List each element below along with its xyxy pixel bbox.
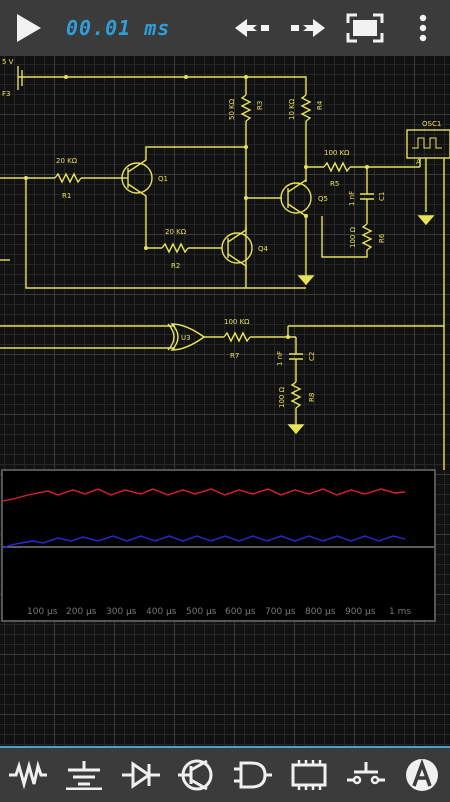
component-palette: [0, 746, 450, 802]
undo-icon: [235, 19, 269, 37]
u3-label: U3: [181, 334, 191, 342]
r4-value-label: 10 KΩ: [288, 98, 296, 120]
transistor-icon: [177, 759, 213, 791]
tick-label: 200 µs: [66, 607, 97, 617]
tick-label: 1 ms: [389, 607, 411, 617]
osc1-pin-label: A: [416, 158, 421, 166]
switch-icon: [346, 762, 385, 785]
c2-value-label: 1 nF: [276, 351, 284, 366]
r4-name-label: R4: [316, 100, 324, 110]
tick-label: 300 µs: [106, 607, 137, 617]
logic-gate-icon: [234, 761, 273, 789]
play-button[interactable]: [6, 0, 50, 56]
oscilloscope-display: 100 µs 200 µs 300 µs 400 µs 500 µs 600 µ…: [2, 488, 434, 617]
r2-name-label: R2: [171, 262, 180, 270]
tick-label: 500 µs: [186, 607, 217, 617]
resistor-tool[interactable]: [0, 748, 56, 802]
simulation-timer: 00.01 ms: [66, 16, 171, 40]
ground-icon: [66, 761, 103, 790]
diode-tool[interactable]: [113, 748, 169, 802]
meter-icon: [405, 758, 438, 791]
r7-name-label: R7: [230, 352, 239, 360]
redo-icon: [291, 19, 325, 37]
q4-label: Q4: [258, 245, 269, 253]
undo-button[interactable]: [230, 0, 274, 56]
tick-label: 100 µs: [27, 607, 58, 617]
ground-tool[interactable]: [56, 748, 112, 802]
r8-name-label: R8: [308, 393, 316, 402]
osc1-wave-icon: [412, 137, 442, 149]
r1-value-label: 20 KΩ: [56, 157, 78, 165]
play-icon: [17, 14, 41, 42]
r1-name-label: R1: [62, 192, 71, 200]
time-axis: 100 µs 200 µs 300 µs 400 µs 500 µs 600 µ…: [27, 607, 411, 617]
r7-value-label: 100 KΩ: [224, 318, 250, 326]
r8-value-label: 100 Ω: [278, 386, 286, 408]
oscilloscope-panel[interactable]: 100 µs 200 µs 300 µs 400 µs 500 µs 600 µ…: [1, 469, 436, 622]
diode-icon: [121, 761, 160, 789]
r2-value-label: 20 KΩ: [165, 228, 187, 236]
r6-value-label: 100 Ω: [349, 226, 357, 248]
tick-label: 800 µs: [305, 607, 336, 617]
osc1-label: OSC1: [422, 120, 441, 128]
tick-label: 600 µs: [225, 607, 256, 617]
c2-name-label: C2: [308, 352, 316, 361]
r3-value-label: 50 KΩ: [228, 98, 236, 120]
meter-tool[interactable]: [394, 748, 450, 802]
tick-label: 700 µs: [265, 607, 296, 617]
transistor-tool[interactable]: [169, 748, 225, 802]
fit-screen-button[interactable]: [342, 0, 388, 56]
top-toolbar: 00.01 ms: [0, 0, 450, 57]
r5-value-label: 100 KΩ: [324, 149, 350, 157]
circuit-canvas[interactable]: 5 V F3 20 KΩ R1 20 KΩ R2 50 KΩ R3 10 KΩ …: [0, 56, 450, 746]
more-vert-icon: [419, 14, 427, 42]
c1-value-label: 1 nF: [348, 191, 356, 206]
q1-label: Q1: [158, 175, 168, 183]
switch-tool[interactable]: [338, 748, 394, 802]
logic-gate-tool[interactable]: [225, 748, 281, 802]
more-menu-button[interactable]: [404, 0, 442, 56]
r3-name-label: R3: [256, 101, 264, 110]
red-trace: [2, 488, 406, 502]
blue-trace: [2, 535, 406, 549]
source-value-label: 5 V: [2, 58, 14, 66]
fit-screen-icon: [346, 13, 384, 43]
c1-name-label: C1: [378, 192, 386, 201]
chip-tool[interactable]: [281, 748, 337, 802]
tick-label: 400 µs: [146, 607, 177, 617]
source-name-label: F3: [2, 90, 10, 98]
resistor-icon: [9, 760, 48, 790]
r6-name-label: R6: [378, 233, 386, 243]
tick-label: 900 µs: [345, 607, 376, 617]
q5-label: Q5: [318, 195, 328, 203]
r5-name-label: R5: [330, 180, 339, 188]
circuit-diagram[interactable]: 5 V F3 20 KΩ R1 20 KΩ R2 50 KΩ R3 10 KΩ …: [0, 56, 450, 746]
redo-button[interactable]: [286, 0, 330, 56]
chip-icon: [291, 760, 327, 790]
